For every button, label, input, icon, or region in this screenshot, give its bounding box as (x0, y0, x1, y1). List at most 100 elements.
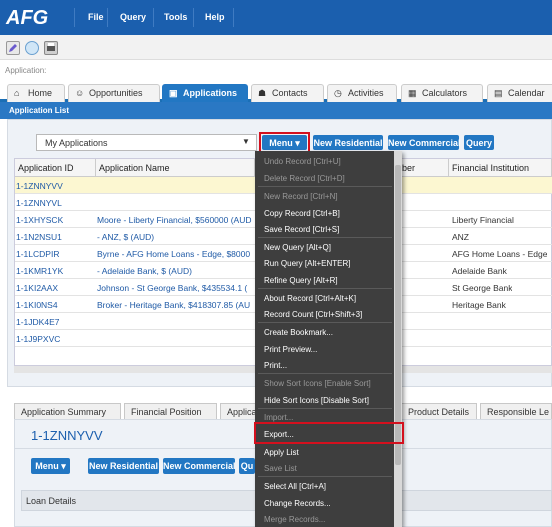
tab-label: Calculators (422, 88, 468, 98)
tab-responsible-lending[interactable]: Responsible Le (480, 403, 552, 419)
menu-query[interactable]: Query (120, 12, 146, 22)
cell-financial-institution: AFG Home Loans - Edge (452, 249, 548, 259)
tab-applicants[interactable]: Applica (220, 403, 258, 419)
menu-item-about-record[interactable]: About Record [Ctrl+Alt+K] (264, 294, 356, 303)
alarm-icon: ◷ (334, 88, 342, 98)
column-header-number[interactable]: ber (402, 159, 449, 177)
breadcrumb (0, 60, 552, 80)
column-header-financial-institution[interactable]: Financial Institution (449, 159, 552, 177)
new-residential-button[interactable]: New Residential (313, 135, 383, 150)
menu-item-save-list: Save List (264, 464, 297, 473)
menu-separator (258, 322, 392, 323)
cell-app-name[interactable]: Moore - Liberty Financial, $560000 (AUD (97, 215, 255, 225)
breadcrumb-label[interactable]: Application: (5, 66, 46, 75)
icon-toolbar (0, 35, 552, 60)
tab-label: Activities (348, 88, 384, 98)
cell-app-id[interactable]: 1-1N2NSU1 (16, 232, 62, 242)
menu-item-import: Import... (264, 413, 294, 422)
cell-app-id[interactable]: 1-1XHYSCK (16, 215, 63, 225)
calculator-icon: ▦ (408, 88, 417, 98)
cell-financial-institution: Heritage Bank (452, 300, 506, 310)
menu-item-delete-record: Delete Record [Ctrl+D] (264, 174, 345, 183)
menu-item-copy-record[interactable]: Copy Record [Ctrl+B] (264, 209, 340, 218)
edit-icon[interactable] (6, 41, 20, 55)
menu-file[interactable]: File (88, 12, 104, 22)
globe-icon[interactable] (25, 41, 39, 55)
menu-scrollbar-thumb[interactable] (395, 165, 401, 465)
menu-item-new-query[interactable]: New Query [Alt+Q] (264, 243, 331, 252)
menu-item-run-query[interactable]: Run Query [Alt+ENTER] (264, 259, 350, 268)
printer-icon[interactable] (44, 41, 58, 55)
cell-app-id[interactable]: 1-1KMR1YK (16, 266, 63, 276)
tab-label: Home (28, 88, 53, 98)
menu-item-show-sort-icons: Show Sort Icons [Enable Sort] (264, 379, 371, 388)
tab-calendar[interactable]: ▤ Calendar (487, 84, 552, 102)
menu-item-merge-records: Merge Records... (264, 515, 326, 524)
cell-app-id[interactable]: 1-1JDK4E7 (16, 317, 59, 327)
menu-item-create-bookmark[interactable]: Create Bookmark... (264, 328, 333, 337)
detail-new-commercial-button[interactable]: New Commercial (163, 458, 236, 474)
menu-separator (258, 408, 392, 409)
menu-tools[interactable]: Tools (164, 12, 187, 22)
cell-app-name[interactable]: - Adelaide Bank, $ (AUD) (97, 266, 255, 276)
new-commercial-button[interactable]: New Commercial (388, 135, 461, 150)
list-header (0, 102, 552, 119)
tab-activities[interactable]: ◷ Activities (327, 84, 397, 102)
top-navigation-bar (0, 0, 552, 35)
menu-item-change-records[interactable]: Change Records... (264, 499, 331, 508)
menu-item-save-record[interactable]: Save Record [Ctrl+S] (264, 225, 339, 234)
menu-item-apply-list[interactable]: Apply List (264, 448, 299, 457)
menu-separator (258, 288, 392, 289)
tab-home[interactable]: ⌂ Home (7, 84, 65, 102)
menu-separator (258, 373, 392, 374)
tab-label: Applications (183, 88, 238, 98)
cell-app-id[interactable]: 1-1KI0NS4 (16, 300, 58, 310)
cell-app-id[interactable]: 1-1LCDPIR (16, 249, 59, 259)
tab-applications[interactable]: ▣ Applications (162, 84, 248, 103)
cell-app-name[interactable]: Byrne - AFG Home Loans - Edge, $8000 (97, 249, 255, 259)
contacts-icon: ☗ (258, 88, 267, 98)
detail-query-button[interactable]: Qu (239, 458, 255, 474)
query-button[interactable]: Query (464, 135, 494, 150)
menu-item-new-record: New Record [Ctrl+N] (264, 192, 338, 201)
highlight-box (259, 132, 310, 153)
tab-financial-position[interactable]: Financial Position (124, 403, 217, 419)
column-header-application-name[interactable]: Application Name (96, 159, 255, 177)
cell-app-id[interactable]: 1-1J9PXVC (16, 334, 60, 344)
menu-item-hide-sort-icons[interactable]: Hide Sort Icons [Disable Sort] (264, 396, 369, 405)
view-select[interactable]: My Applications (36, 134, 257, 151)
detail-menu-button[interactable]: Menu ▾ (31, 458, 70, 474)
tab-contacts[interactable]: ☗ Contacts (251, 84, 324, 102)
loan-details-label: Loan Details (26, 496, 77, 506)
tab-opportunities[interactable]: ☺ Opportunities (68, 84, 160, 102)
menu-item-print-preview[interactable]: Print Preview... (264, 345, 317, 354)
tab-label: Calendar (508, 88, 545, 98)
cell-app-id[interactable]: 1-1ZNNYVL (16, 198, 62, 208)
tab-label: Opportunities (89, 88, 143, 98)
chevron-down-icon[interactable]: ▼ (242, 137, 250, 146)
detail-new-residential-button[interactable]: New Residential (88, 458, 159, 474)
calendar-icon: ▤ (494, 88, 503, 98)
cell-app-id[interactable]: 1-1KI2AAX (16, 283, 58, 293)
cell-financial-institution: Adelaide Bank (452, 266, 507, 276)
cell-app-name[interactable]: Broker - Heritage Bank, $418307.85 (AU (97, 300, 255, 310)
tab-calculators[interactable]: ▦ Calculators (401, 84, 483, 102)
menu-help[interactable]: Help (205, 12, 225, 22)
cell-app-name[interactable]: Johnson - St George Bank, $435534.1 ( (97, 283, 255, 293)
tab-application-summary[interactable]: Application Summary (14, 403, 121, 419)
tab-product-details[interactable]: Product Details (401, 403, 477, 419)
menu-item-record-count[interactable]: Record Count [Ctrl+Shift+3] (264, 310, 362, 319)
column-header-application-id[interactable]: Application ID (15, 159, 96, 177)
cell-app-name[interactable]: - ANZ, $ (AUD) (97, 232, 255, 242)
tab-label: Contacts (272, 88, 308, 98)
menu-separator (74, 8, 75, 27)
menu-separator (153, 8, 154, 27)
caret-down-icon: ▾ (61, 461, 66, 471)
menu-separator (107, 8, 108, 27)
menu-separator (258, 186, 392, 187)
menu-item-select-all[interactable]: Select All [Ctrl+A] (264, 482, 326, 491)
menu-item-refine-query[interactable]: Refine Query [Alt+R] (264, 276, 338, 285)
menu-item-print[interactable]: Print... (264, 361, 287, 370)
cell-app-id[interactable]: 1-1ZNNYVV (16, 181, 63, 191)
menu-separator (233, 8, 234, 27)
